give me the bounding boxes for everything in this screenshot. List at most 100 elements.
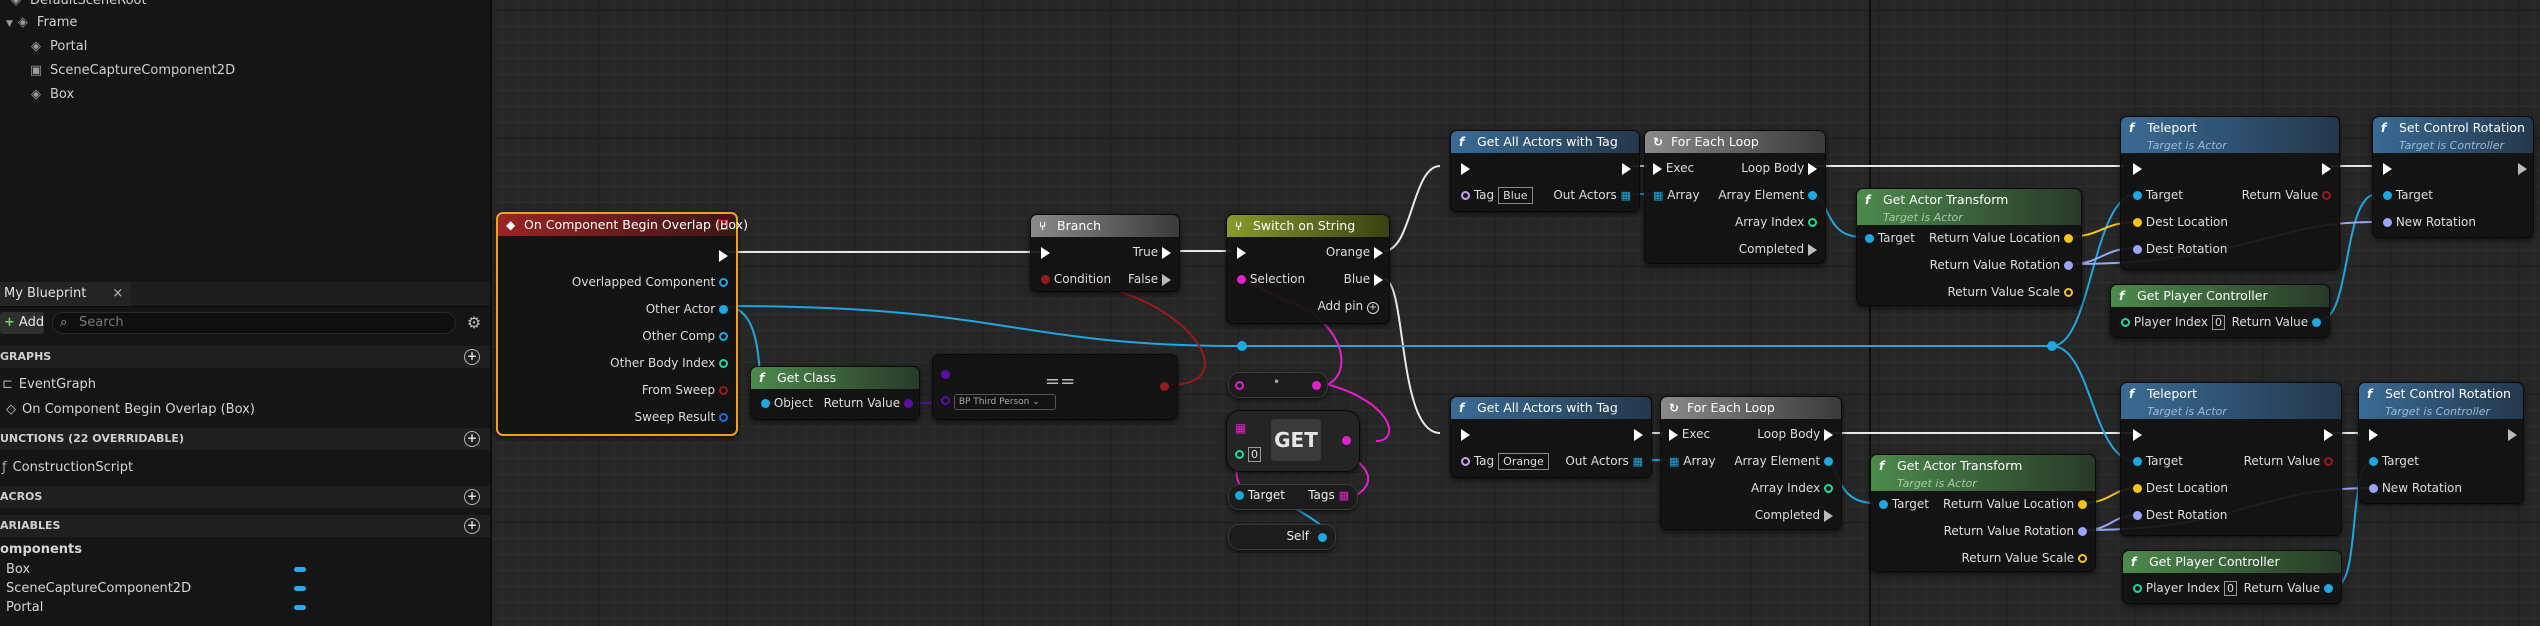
expand-arrow-icon[interactable]: ▼ (6, 19, 13, 29)
pin-array[interactable]: ▦ Array (1653, 186, 1700, 204)
pin-player-index[interactable]: Player Index 0 (2133, 579, 2238, 597)
close-icon[interactable]: × (112, 286, 123, 301)
outliner-box[interactable]: ◈ Box (28, 84, 74, 106)
switch-on-string-node[interactable]: ⑂ Switch on String Orange Selection Blue … (1226, 214, 1390, 324)
pin-completed[interactable]: Completed (1755, 506, 1833, 524)
transform-header[interactable]: f Get Actor Transform Target is Actor (1857, 189, 2081, 225)
pin-return-value[interactable]: Return Value (2242, 186, 2331, 204)
my-blueprint-tab[interactable]: My Blueprint × (0, 282, 132, 306)
variable-item-scenecapture[interactable]: SceneCaptureComponent2D (6, 579, 191, 599)
get-tags-node[interactable]: Target Tags ▦ (1228, 484, 1358, 510)
get-player-controller-bottom-node[interactable]: f Get Player Controller Player Index 0 Ret… (2122, 550, 2342, 604)
get-array-item-node[interactable]: ▦ 0 GET (1226, 410, 1360, 472)
graph-item-eventgraph[interactable]: ⊏ EventGraph (2, 375, 96, 395)
gear-icon[interactable]: ⚙ (464, 313, 484, 333)
pin-target[interactable]: Target (1879, 495, 1929, 513)
teleport-header[interactable]: f Teleport Target is Actor (2121, 383, 2341, 419)
search-input[interactable]: ⌕ Search (52, 312, 456, 334)
pin-target[interactable]: Target (2133, 186, 2183, 204)
switch-header[interactable]: ⑂ Switch on String (1227, 215, 1389, 237)
pin-selection[interactable]: Selection (1237, 270, 1305, 288)
pin-string-in[interactable] (1235, 381, 1244, 390)
pin-new-rotation[interactable]: New Rotation (2369, 479, 2462, 497)
make-array-node[interactable]: • (1228, 372, 1328, 398)
pin-tag[interactable]: Tag Orange (1461, 452, 1549, 470)
get-all-actors-header[interactable]: f Get All Actors with Tag (1451, 131, 1639, 153)
delegate-pin[interactable] (718, 220, 728, 230)
class-select[interactable]: BP Third Person ⌄ (953, 394, 1056, 410)
pin-target[interactable]: Target (1865, 229, 1915, 247)
exec-out-pin[interactable] (2324, 425, 2333, 443)
branch-header[interactable]: ⑂ Branch (1031, 215, 1179, 237)
pin-other-comp[interactable]: Other Comp (642, 327, 728, 345)
pin-dest-rotation[interactable]: Dest Rotation (2133, 506, 2227, 524)
pin-return-scale[interactable]: Return Value Scale (1947, 283, 2073, 301)
loop-header[interactable]: ↻ For Each Loop (1661, 397, 1841, 419)
for-each-loop-bottom-node[interactable]: ↻ For Each Loop Exec Loop Body ▦ Array Ar… (1660, 396, 1842, 530)
components-category[interactable]: omponents (0, 540, 82, 560)
exec-out-pin[interactable] (719, 246, 728, 264)
exec-in-pin[interactable] (1041, 243, 1050, 261)
pin-player-index[interactable]: Player Index 0 (2121, 313, 2226, 331)
pin-self-out[interactable] (1318, 533, 1327, 542)
function-item-construction[interactable]: ƒ ConstructionScript (2, 458, 133, 478)
graph-item-overlap-event[interactable]: ◇ On Component Begin Overlap (Box) (6, 400, 255, 420)
pin-exec[interactable]: Exec (1653, 159, 1694, 177)
event-node-begin-overlap[interactable]: ◆ On Component Begin Overlap (Box) Overla… (496, 212, 748, 436)
pin-other-body-index[interactable]: Other Body Index (610, 354, 728, 372)
outliner-scenecapture[interactable]: ▣ SceneCaptureComponent2D (28, 60, 235, 82)
event-graph-canvas[interactable]: ◆ On Component Begin Overlap (Box) Overla… (492, 0, 2540, 626)
pin-completed[interactable]: Completed (1739, 240, 1817, 258)
get-class-node[interactable]: f Get Class Object Return Value (750, 366, 920, 420)
player-controller-header[interactable]: f Get Player Controller (2111, 285, 2329, 307)
pin-index[interactable]: 0 (1235, 447, 1261, 462)
macros-section[interactable]: ACROS + (0, 486, 490, 508)
circle-plus-icon[interactable]: + (464, 349, 480, 365)
pin-overlapped-component[interactable]: Overlapped Component (572, 273, 728, 291)
pin-sweep-result[interactable]: Sweep Result (634, 408, 728, 426)
teleport-top-node[interactable]: f Teleport Target is Actor Target Return V… (2120, 116, 2340, 270)
add-button[interactable]: + Add (0, 312, 44, 334)
get-actor-transform-bottom-node[interactable]: f Get Actor Transform Target is Actor Targ… (1870, 454, 2096, 572)
pin-return-rotation[interactable]: Return Value Rotation (1930, 256, 2073, 274)
get-actor-transform-top-node[interactable]: f Get Actor Transform Target is Actor Targ… (1856, 188, 2082, 306)
pin-loop-body[interactable]: Loop Body (1757, 425, 1833, 443)
pin-out-actors[interactable]: Out Actors ▦ (1553, 186, 1631, 204)
pin-array-element[interactable]: Array Element (1734, 452, 1833, 470)
exec-out-pin[interactable] (2518, 159, 2527, 177)
pin-blue[interactable]: Blue (1344, 270, 1383, 288)
pin-array-index[interactable]: Array Index (1735, 213, 1817, 231)
pin-return-scale[interactable]: Return Value Scale (1961, 549, 2087, 567)
variable-item-box[interactable]: Box (6, 560, 30, 580)
get-all-actors-orange-node[interactable]: f Get All Actors with Tag Tag Orange Out A… (1450, 396, 1652, 478)
pin-tag[interactable]: Tag Blue (1461, 186, 1533, 204)
outliner-portal[interactable]: ◈ Portal (28, 36, 87, 58)
pin-dest-rotation[interactable]: Dest Rotation (2133, 240, 2227, 258)
pin-target[interactable]: Target (2383, 186, 2433, 204)
get-player-controller-top-node[interactable]: f Get Player Controller Player Index 0 Ret… (2110, 284, 2330, 338)
pin-target[interactable]: Target (2133, 452, 2183, 470)
exec-in-pin[interactable] (2369, 425, 2378, 443)
pin-false[interactable]: False (1128, 270, 1171, 288)
pin-tags[interactable]: Tags ▦ (1308, 488, 1349, 502)
pin-return-value[interactable]: Return Value (2232, 313, 2321, 331)
pin-array-element[interactable]: Array Element (1718, 186, 1817, 204)
exec-out-pin[interactable] (1634, 425, 1643, 443)
pin-item-out[interactable] (1342, 436, 1351, 445)
pin-new-rotation[interactable]: New Rotation (2383, 213, 2476, 231)
pin-orange[interactable]: Orange (1326, 243, 1383, 261)
pin-return-location[interactable]: Return Value Location (1929, 229, 2073, 247)
exec-in-pin[interactable] (2133, 159, 2142, 177)
array-grid-icon[interactable]: ▦ (1235, 421, 1246, 435)
circle-plus-icon[interactable]: + (464, 489, 480, 505)
get-all-actors-header[interactable]: f Get All Actors with Tag (1451, 397, 1651, 419)
pin-loop-body[interactable]: Loop Body (1741, 159, 1817, 177)
get-class-header[interactable]: f Get Class (751, 367, 919, 389)
reroute-knot[interactable] (2047, 341, 2057, 351)
pin-array-index[interactable]: Array Index (1751, 479, 1833, 497)
loop-header[interactable]: ↻ For Each Loop (1645, 131, 1825, 153)
exec-in-pin[interactable] (2133, 425, 2142, 443)
pin-out-actors[interactable]: Out Actors ▦ (1565, 452, 1643, 470)
player-controller-header[interactable]: f Get Player Controller (2123, 551, 2341, 573)
pin-string-out[interactable] (1312, 381, 1321, 390)
